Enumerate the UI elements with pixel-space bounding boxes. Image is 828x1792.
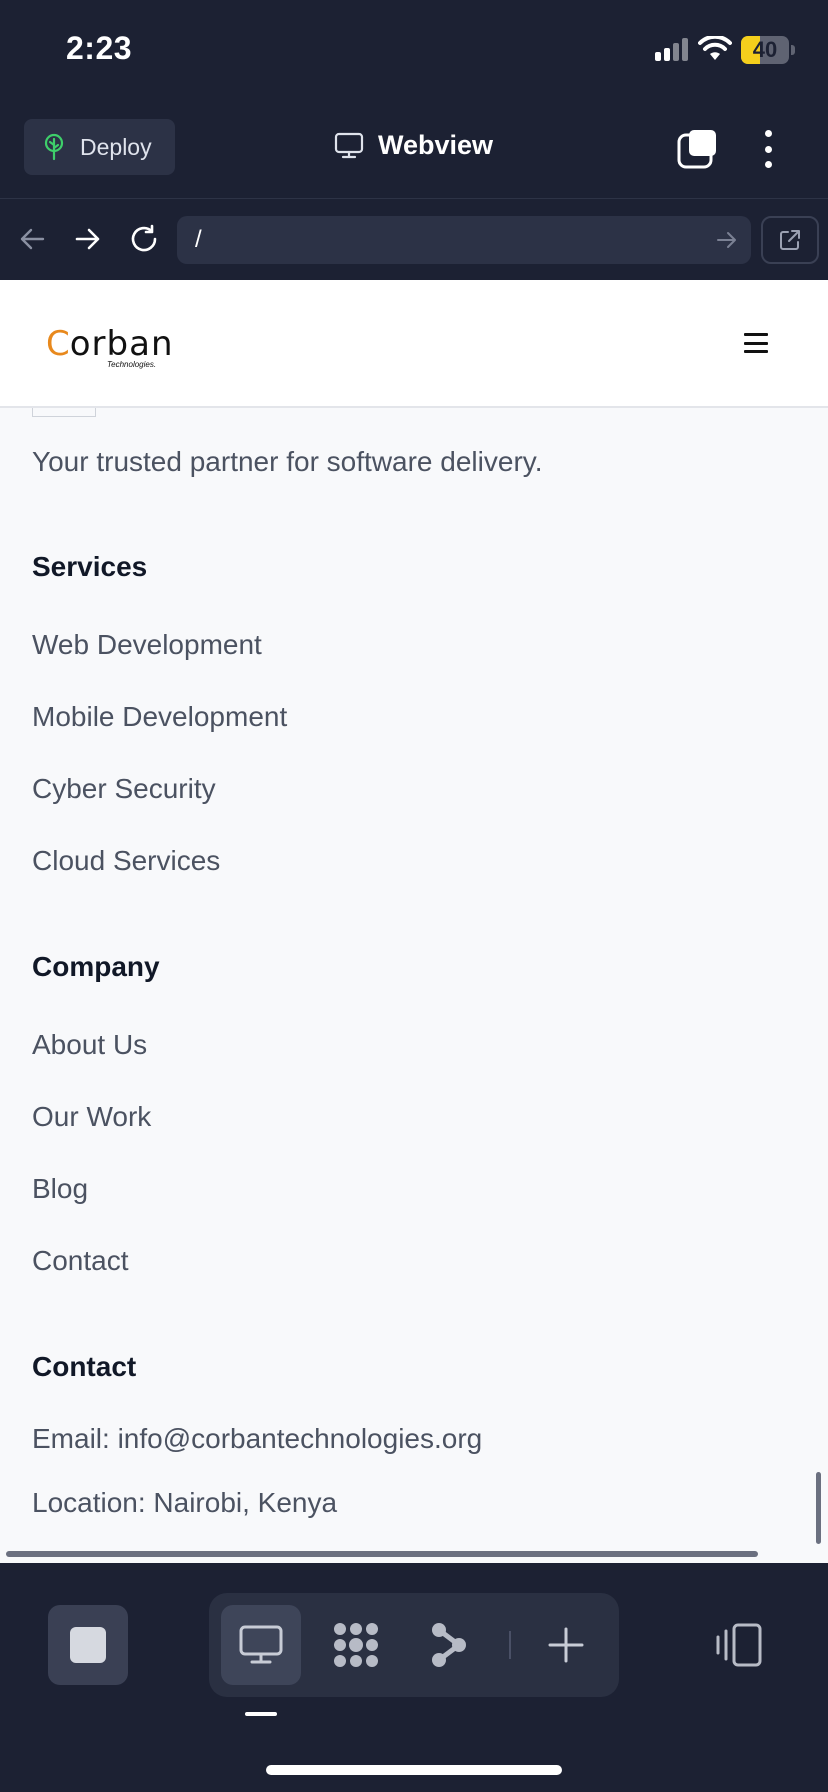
logo-subtitle: Technologies. [107,360,157,369]
webview-tool-button[interactable] [221,1605,301,1685]
panel-layout-icon[interactable] [712,1621,764,1669]
deploy-button[interactable]: Deploy [24,119,175,175]
toolbar-divider [509,1631,511,1659]
url-input[interactable]: / [177,216,751,264]
horizontal-scrollbar[interactable] [6,1551,758,1557]
link-mobile-development[interactable]: Mobile Development [32,701,287,733]
branch-icon [432,1623,466,1667]
monitor-icon [239,1625,283,1664]
link-web-development[interactable]: Web Development [32,629,262,661]
plus-icon [548,1627,584,1663]
more-options-icon[interactable] [750,126,786,172]
vertical-scrollbar[interactable] [816,1472,821,1544]
bottom-toolbar [0,1563,828,1792]
stop-button[interactable] [48,1605,128,1685]
link-blog[interactable]: Blog [32,1173,88,1205]
cellular-signal-icon [655,38,689,64]
monitor-icon [334,132,364,158]
active-tool-indicator [245,1712,277,1716]
stop-icon [70,1627,106,1663]
contact-email: Email: info@corbantechnologies.org [32,1423,483,1454]
company-heading: Company [32,951,160,982]
contact-heading: Contact [32,1351,137,1382]
status-bar: 2:23 40 [0,0,828,100]
git-tool-button[interactable] [409,1605,489,1685]
hamburger-menu-icon[interactable] [744,333,768,353]
tab-title-label: Webview [378,130,494,160]
webview-tab-title: Webview [334,130,493,161]
url-toolbar: / [0,198,828,280]
app-header: Deploy Webview [0,100,828,198]
add-tool-button[interactable] [526,1605,606,1685]
deploy-tree-icon [44,133,64,161]
link-contact[interactable]: Contact [32,1245,129,1277]
corban-logo[interactable]: Corban Technologies. [46,324,176,374]
dots-cluster-icon [334,1623,378,1667]
deploy-label: Deploy [80,133,152,160]
link-about-us[interactable]: About Us [32,1029,147,1061]
back-button[interactable] [12,219,52,259]
battery-percent: 40 [752,37,778,62]
home-indicator [266,1765,562,1775]
battery-icon: 40 [741,36,789,64]
tabs-switcher-icon[interactable] [676,128,718,170]
link-cyber-security[interactable]: Cyber Security [32,773,216,805]
wifi-icon [698,36,732,60]
external-link-icon [780,230,800,250]
site-navbar: Corban Technologies. [0,280,828,408]
services-heading: Services [32,551,148,582]
logo-wordmark: orban [69,324,174,364]
open-external-button[interactable] [761,216,819,264]
footer-tagline: Your trusted partner for software delive… [32,446,543,477]
logo-first-letter: C [46,324,70,364]
url-text: / [195,226,202,253]
packages-tool-button[interactable] [316,1605,396,1685]
webview-content: Corban Technologies. Your trusted partne… [0,280,828,1563]
reload-button[interactable] [124,219,164,259]
status-time: 2:23 [66,30,133,66]
forward-button[interactable] [68,219,108,259]
link-our-work[interactable]: Our Work [32,1101,151,1133]
tool-group [209,1593,619,1697]
go-arrow-icon[interactable] [715,228,739,252]
arrow-right-icon [75,228,100,250]
reload-icon [131,224,157,252]
arrow-left-icon [20,228,45,250]
contact-location: Location: Nairobi, Kenya [32,1487,338,1518]
battery-nub [791,45,795,55]
link-cloud-services[interactable]: Cloud Services [32,845,220,877]
